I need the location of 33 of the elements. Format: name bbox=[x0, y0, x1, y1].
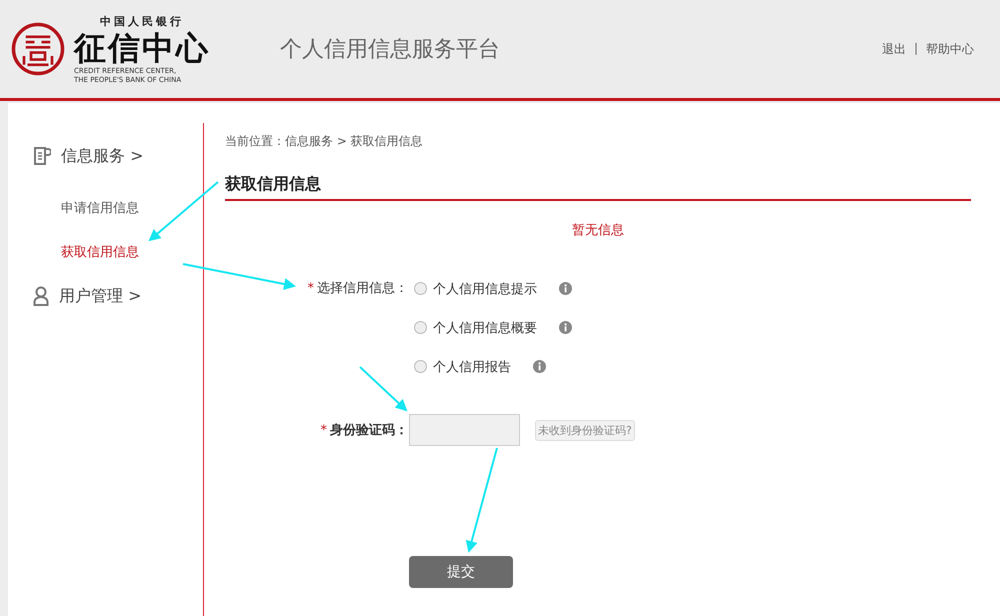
logo-top-text: 中国人民银行 bbox=[99, 14, 185, 28]
logout-link[interactable]: 退出 bbox=[882, 40, 906, 58]
required-mark: * bbox=[308, 281, 314, 296]
field-label: 身份验证码： bbox=[330, 423, 408, 438]
help-link[interactable]: 帮助中心 bbox=[926, 40, 974, 58]
page-title: 获取信用信息 bbox=[225, 174, 971, 201]
info-icon[interactable] bbox=[533, 360, 546, 373]
sidebar-item[interactable]: 申请信用信息 bbox=[61, 197, 203, 221]
option-label[interactable]: 个人信用信息提示 bbox=[433, 280, 537, 298]
sidebar-item[interactable]: 获取信用信息 bbox=[61, 241, 203, 265]
document-icon bbox=[33, 146, 51, 166]
logo-name: 征信中心 bbox=[74, 28, 210, 66]
field-label: 选择信用信息： bbox=[317, 281, 408, 296]
notice-text: 暂无信息 bbox=[571, 222, 625, 239]
user-icon bbox=[33, 286, 49, 306]
option-label[interactable]: 个人信用报告 bbox=[433, 358, 511, 376]
radio-button[interactable] bbox=[414, 321, 427, 334]
radio-button[interactable] bbox=[414, 282, 427, 295]
submit-button[interactable]: 提交 bbox=[409, 556, 513, 588]
annotation-arrow bbox=[359, 366, 408, 412]
info-icon[interactable] bbox=[559, 321, 572, 334]
separator: | bbox=[914, 40, 918, 57]
radio-button[interactable] bbox=[414, 360, 427, 373]
platform-title: 个人信用信息服务平台 bbox=[280, 36, 500, 64]
sidebar-section-label[interactable]: 用户管理 > bbox=[59, 286, 142, 306]
annotation-arrow bbox=[148, 181, 219, 242]
logo-seal-icon bbox=[10, 21, 66, 77]
required-mark: * bbox=[320, 423, 327, 438]
breadcrumb: 当前位置：信息服务 > 获取信用信息 bbox=[225, 133, 424, 150]
sidebar-section-label[interactable]: 信息服务 > bbox=[61, 146, 144, 166]
info-icon[interactable] bbox=[559, 282, 572, 295]
option-label[interactable]: 个人信用信息概要 bbox=[433, 318, 537, 336]
verification-code-field[interactable] bbox=[409, 414, 520, 446]
